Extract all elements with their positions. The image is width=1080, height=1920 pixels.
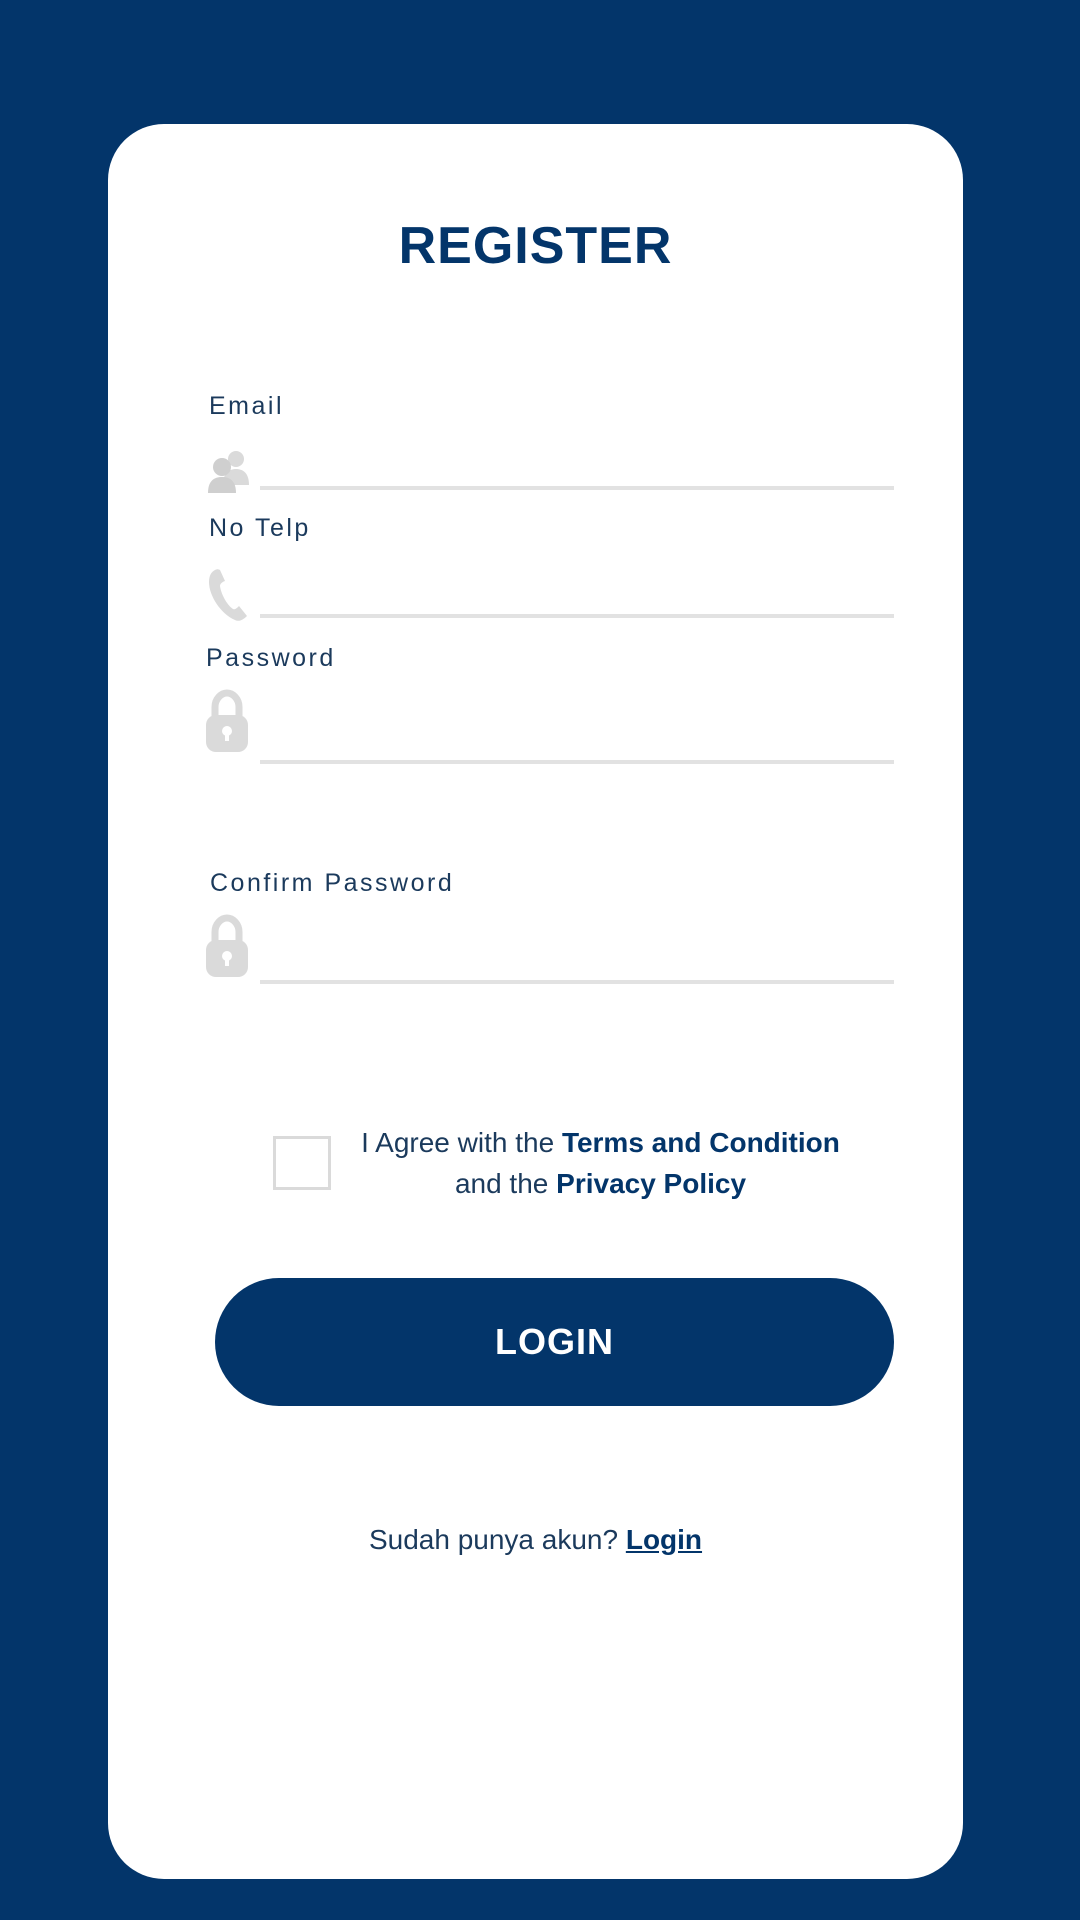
users-icon xyxy=(206,439,252,503)
email-input[interactable] xyxy=(260,440,894,490)
password-label: Password xyxy=(206,644,336,672)
lock-icon xyxy=(204,689,250,753)
email-label: Email xyxy=(209,392,285,420)
footer-login-prompt: Sudah punya akun? Login xyxy=(108,1524,963,1556)
agreement-middle: and the xyxy=(454,1168,549,1199)
page-title: REGISTER xyxy=(398,217,673,275)
lock-icon xyxy=(204,914,250,978)
agreement-row: I Agree with the Terms and Condition and… xyxy=(273,1122,853,1222)
agree-checkbox[interactable] xyxy=(273,1136,331,1190)
agreement-prefix: I Agree with the xyxy=(361,1127,555,1158)
phone-label: No Telp xyxy=(209,514,311,542)
footer-login-link[interactable]: Login xyxy=(626,1524,702,1555)
confirm-password-input[interactable] xyxy=(260,934,894,984)
confirm-password-label: Confirm Password xyxy=(210,869,455,897)
footer-prompt-text: Sudah punya akun? xyxy=(368,1524,619,1555)
privacy-link[interactable]: Privacy Policy xyxy=(556,1168,746,1199)
phone-input[interactable] xyxy=(260,568,894,618)
agreement-text: I Agree with the Terms and Condition and… xyxy=(348,1122,853,1204)
phone-icon xyxy=(206,562,252,626)
password-input[interactable] xyxy=(260,714,894,764)
terms-link[interactable]: Terms and Condition xyxy=(562,1127,840,1158)
register-card: REGISTER Email No Telp Password Confirm … xyxy=(108,124,963,1879)
login-button[interactable]: LOGIN xyxy=(215,1278,894,1406)
